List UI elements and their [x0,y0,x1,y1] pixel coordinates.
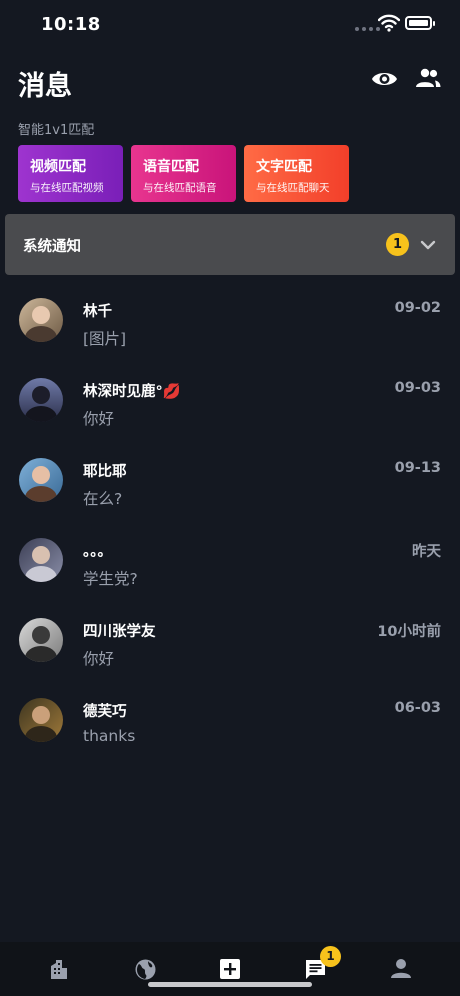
last-message: 在么? [83,490,123,508]
voice-match-card[interactable]: 语音匹配 与在线匹配语音 [131,145,236,202]
contact-name: 耶比耶 [83,464,127,480]
page-title: 消息 [18,71,72,102]
video-match-card[interactable]: 视频匹配 与在线匹配视频 [18,145,123,202]
chat-unread-badge: 1 [320,946,341,967]
contact-name: 四川张学友 [83,624,156,640]
people-icon[interactable] [414,66,442,90]
home-indicator [148,982,312,987]
last-message: 你好 [83,650,115,668]
match-card-subtitle: 与在线匹配语音 [143,182,217,194]
status-bar: 10:18 [0,0,460,50]
tab-bar [0,942,460,996]
battery-icon [405,16,435,30]
avatar[interactable] [19,618,63,662]
last-message: thanks [83,727,136,745]
match-card-title: 文字匹配 [256,159,312,175]
message-time: 09-03 [394,380,441,396]
conversation-list: 林千 [图片] 09-02 林深时见鹿°💋 你好 09-03 耶比耶 在么? 0… [0,285,460,765]
text-match-card[interactable]: 文字匹配 与在线匹配聊天 [244,145,349,202]
contact-name: 。。。 [83,544,112,560]
contact-name: 德芙巧 [83,704,127,720]
wifi-icon [378,14,400,32]
person-icon[interactable] [390,958,412,980]
match-cards: 视频匹配 与在线匹配视频 语音匹配 与在线匹配语音 文字匹配 与在线匹配聊天 [18,145,349,202]
message-time: 09-13 [394,460,441,476]
match-card-title: 语音匹配 [143,159,199,175]
conversation-item[interactable]: 林千 [图片] 09-02 [0,285,460,365]
conversation-item[interactable]: 四川张学友 你好 10小时前 [0,605,460,685]
globe-icon[interactable] [134,958,157,981]
contact-name: 林千 [83,304,112,320]
building-icon[interactable] [48,958,70,980]
match-section-label: 智能1v1匹配 [18,123,95,138]
message-time: 10小时前 [377,624,441,640]
system-notice-title: 系统通知 [23,239,81,255]
last-message: 学生党? [83,570,138,588]
conversation-item[interactable]: 。。。 学生党? 昨天 [0,525,460,605]
avatar[interactable] [19,698,63,742]
avatar[interactable] [19,298,63,342]
match-card-subtitle: 与在线匹配视频 [30,182,104,194]
signal-icon [355,27,380,31]
message-time: 09-02 [394,300,441,316]
message-time: 昨天 [412,544,441,560]
match-card-subtitle: 与在线匹配聊天 [256,182,330,194]
avatar[interactable] [19,538,63,582]
match-card-title: 视频匹配 [30,159,86,175]
message-time: 06-03 [394,700,441,716]
status-time: 10:18 [41,14,101,35]
conversation-item[interactable]: 德芙巧 thanks 06-03 [0,685,460,765]
last-message: 你好 [83,410,115,428]
unread-badge: 1 [386,233,409,256]
plus-icon[interactable] [219,958,241,980]
avatar[interactable] [19,458,63,502]
system-notice-bar[interactable]: 系统通知 1 [5,214,455,275]
last-message: [图片] [83,330,127,348]
eye-icon[interactable] [371,67,398,91]
conversation-item[interactable]: 耶比耶 在么? 09-13 [0,445,460,525]
avatar[interactable] [19,378,63,422]
chevron-down-icon[interactable] [417,236,439,254]
conversation-item[interactable]: 林深时见鹿°💋 你好 09-03 [0,365,460,445]
contact-name: 林深时见鹿°💋 [83,384,181,400]
